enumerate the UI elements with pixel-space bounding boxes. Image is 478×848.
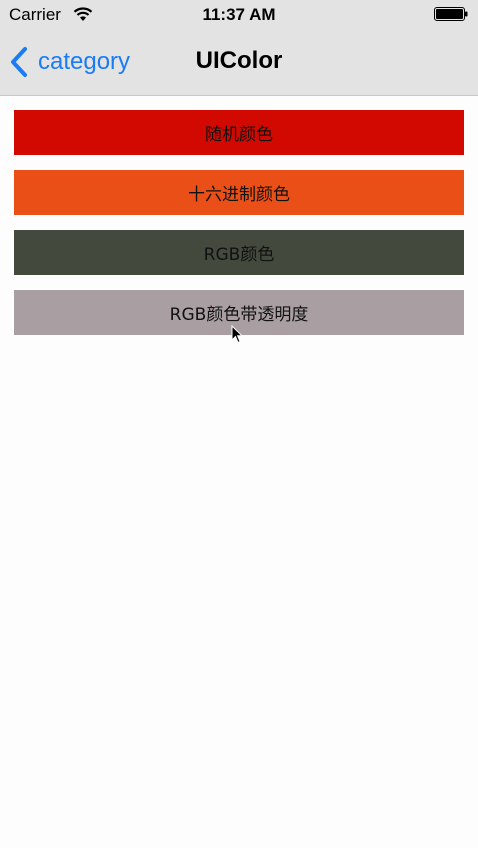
mouse-cursor-icon	[231, 325, 243, 344]
hex-color-button[interactable]: 十六进制颜色	[14, 170, 464, 215]
random-color-button[interactable]: 随机颜色	[14, 110, 464, 155]
page-title: UIColor	[195, 47, 283, 74]
navigation-bar: category UIColor	[0, 30, 478, 96]
status-bar: Carrier 11:37 AM	[0, 0, 478, 30]
rgb-color-button[interactable]: RGB颜色	[14, 230, 464, 275]
battery-icon	[434, 7, 468, 21]
status-time: 11:37 AM	[202, 5, 276, 24]
